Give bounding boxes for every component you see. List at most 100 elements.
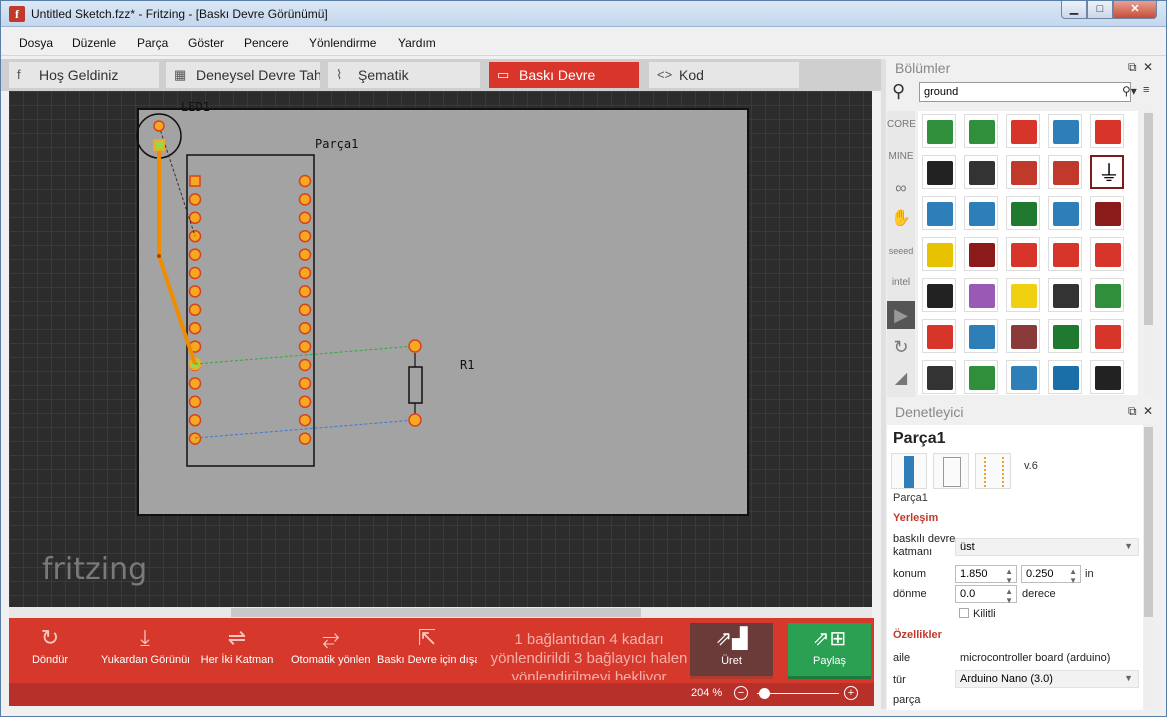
part-bin-item[interactable]: ⏚ <box>1090 155 1124 189</box>
arduino-pad[interactable] <box>298 285 312 298</box>
arduino-pad[interactable] <box>188 321 202 335</box>
part-bin-item[interactable] <box>964 360 998 394</box>
arduino-pad[interactable] <box>298 266 312 280</box>
arduino-pad[interactable] <box>189 175 201 187</box>
part-bin-item[interactable] <box>1048 278 1082 312</box>
arduino-pad[interactable] <box>298 174 312 188</box>
close-button[interactable]: ✕ <box>1113 1 1157 19</box>
close-panel-icon[interactable]: ✕ <box>1143 60 1153 74</box>
search-icon[interactable]: ⚲ <box>892 81 905 102</box>
arduino-pad[interactable] <box>188 395 202 409</box>
rotate-button[interactable]: ↻ Döndür <box>23 624 77 666</box>
zoom-slider-knob[interactable] <box>759 688 770 699</box>
maximize-button[interactable]: □ <box>1087 1 1113 19</box>
part-bin-item[interactable] <box>1006 114 1040 148</box>
part-bin-item[interactable] <box>1090 237 1124 271</box>
location-y-input[interactable]: 0.250 ▲ ▼ <box>1021 565 1081 585</box>
export-button[interactable]: ⇱ Baskı Devre için dışa aktar <box>377 624 477 666</box>
part-bin-item[interactable] <box>964 114 998 148</box>
arduino-pad[interactable] <box>188 285 202 298</box>
arduino-pad[interactable] <box>298 413 312 427</box>
part-bin-item[interactable] <box>1006 196 1040 230</box>
menu-edit[interactable]: Düzenle <box>72 36 116 50</box>
arduino-pad[interactable] <box>188 303 202 317</box>
arduino-pad[interactable] <box>298 395 312 409</box>
menu-view[interactable]: Göster <box>188 36 224 50</box>
part-bin-item[interactable] <box>964 237 998 271</box>
arduino-pad[interactable] <box>298 248 312 261</box>
arduino-pad[interactable] <box>188 266 202 280</box>
tab-welcome[interactable]: f Hoş Geldiniz <box>9 62 159 88</box>
part-bin-item[interactable] <box>922 196 956 230</box>
arduino-pad[interactable] <box>188 193 202 206</box>
share-button[interactable]: ⇗⊞ Paylaş <box>788 623 871 679</box>
part-bin-item[interactable] <box>922 319 956 353</box>
part-bin-item[interactable] <box>1048 360 1082 394</box>
arduino-pad[interactable] <box>188 211 202 225</box>
zoom-out-button[interactable]: − <box>734 686 748 700</box>
title-bar[interactable]: f Untitled Sketch.fzz* - Fritzing - [Bas… <box>1 1 1166 27</box>
arduino-pad[interactable] <box>298 377 312 390</box>
parts-search-input[interactable] <box>919 82 1131 102</box>
part-bin-item[interactable] <box>1048 237 1082 271</box>
part-bin-item[interactable] <box>1090 319 1124 353</box>
part-bin-item[interactable] <box>1048 114 1082 148</box>
part-bin-item[interactable] <box>1090 360 1124 394</box>
float-icon[interactable]: ⧉ <box>1128 404 1137 419</box>
arduino-pad[interactable] <box>188 248 202 261</box>
close-panel-icon[interactable]: ✕ <box>1143 404 1153 418</box>
menu-help[interactable]: Yardım <box>398 36 436 50</box>
spinner-icon[interactable]: ▲ ▼ <box>1069 567 1077 585</box>
menu-routing[interactable]: Yönlendirme <box>309 36 376 50</box>
locked-checkbox[interactable] <box>959 608 969 618</box>
location-x-input[interactable]: 1.850 ▲ ▼ <box>955 565 1017 585</box>
part-bin-item[interactable] <box>1048 319 1082 353</box>
bin-menu-icon[interactable]: ≡ <box>1143 84 1149 96</box>
part-bin-item[interactable] <box>1006 360 1040 394</box>
part-bin-item[interactable] <box>1048 155 1082 189</box>
view-from-above-button[interactable]: ⤓ Yukardan Görünüm <box>101 624 189 666</box>
arduino-pad[interactable] <box>298 321 312 335</box>
both-layers-button[interactable]: ⇌ Her İki Katman <box>197 624 277 666</box>
arduino-pad[interactable] <box>298 211 312 225</box>
part-bin-item[interactable] <box>922 278 956 312</box>
parts-scroll-thumb[interactable] <box>1144 113 1153 325</box>
zoom-in-button[interactable]: + <box>844 686 858 700</box>
part-bin-item[interactable] <box>1006 319 1040 353</box>
spinner-icon[interactable]: ▲ ▼ <box>1005 587 1013 605</box>
bin-core[interactable]: CORE <box>887 111 916 139</box>
pcb-board[interactable] <box>137 108 749 516</box>
minimize-button[interactable]: ▁ <box>1061 1 1087 19</box>
inspector-scroll-thumb[interactable] <box>1144 427 1153 617</box>
tab-pcb[interactable]: ▭ Baskı Devre <box>489 62 639 88</box>
arduino-pad[interactable] <box>188 413 202 427</box>
part-bin-item[interactable] <box>1006 278 1040 312</box>
part-bin-item[interactable] <box>964 196 998 230</box>
arduino-pad[interactable] <box>298 358 312 372</box>
part-bin-item[interactable] <box>922 155 956 189</box>
trace-bendpoint[interactable] <box>157 254 161 258</box>
pcb-view-thumbnail[interactable] <box>975 453 1011 489</box>
menu-file[interactable]: Dosya <box>19 36 53 50</box>
spinner-icon[interactable]: ▲ ▼ <box>1005 567 1013 585</box>
arduino-pad[interactable] <box>298 303 312 317</box>
bin-play-icon[interactable]: ▶ <box>887 301 915 329</box>
menu-part[interactable]: Parça <box>137 36 168 50</box>
bin-scroll-icon[interactable]: ◢ <box>887 365 915 393</box>
pcb-layer-select[interactable]: üst ▼ <box>955 538 1139 556</box>
produce-button[interactable]: ⇗▟ Üret <box>690 623 773 679</box>
menu-window[interactable]: Pencere <box>244 36 289 50</box>
pcb-drawing[interactable]: Parça1 LED1 R1 fritzing <box>9 91 872 607</box>
part-bin-item[interactable] <box>1090 196 1124 230</box>
tab-code[interactable]: <> Kod <box>649 62 799 88</box>
part-bin-item[interactable] <box>1006 155 1040 189</box>
bin-seeed-icon[interactable]: seeed <box>887 237 915 265</box>
bin-arduino-icon[interactable]: ∞ <box>887 175 915 203</box>
float-icon[interactable]: ⧉ <box>1128 60 1137 75</box>
autoroute-button[interactable]: ⥂ Otomatik yönlendir <box>291 624 371 666</box>
search-go-icon[interactable]: ⚲▾ <box>1122 84 1137 98</box>
panel-splitter[interactable] <box>881 59 886 709</box>
part-bin-item[interactable] <box>1090 278 1124 312</box>
led-pad-square[interactable] <box>153 139 165 151</box>
arduino-pad[interactable] <box>298 229 312 243</box>
